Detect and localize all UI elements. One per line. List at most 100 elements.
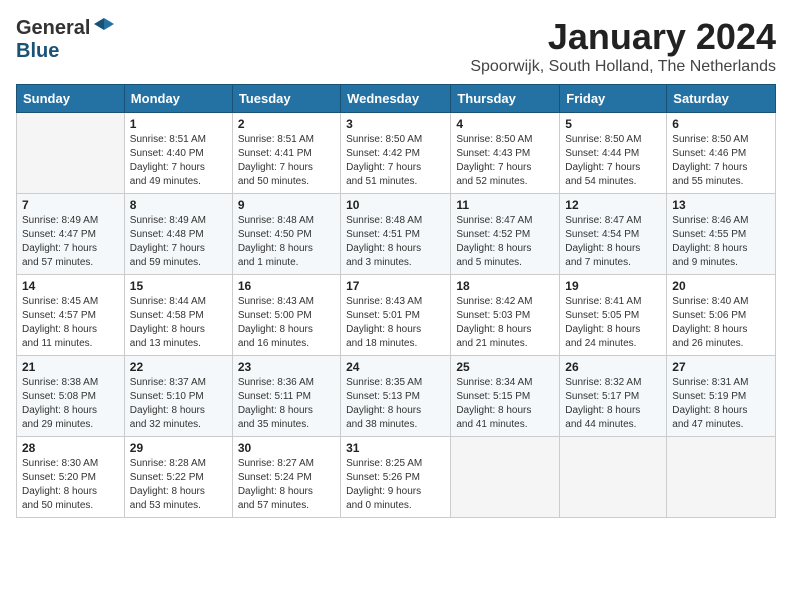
day-info: Sunrise: 8:50 AM Sunset: 4:43 PM Dayligh… — [456, 133, 554, 189]
calendar-cell: 2 Sunrise: 8:51 AM Sunset: 4:41 PM Daylig… — [232, 113, 340, 194]
day-number: 31 — [346, 441, 445, 455]
header-day-monday: Monday — [124, 85, 232, 113]
logo-general-text: General — [16, 17, 90, 40]
day-number: 17 — [346, 279, 445, 293]
calendar-cell: 6Sunrise: 8:50 AM Sunset: 4:46 PM Daylig… — [667, 113, 776, 194]
calendar-cell: 9Sunrise: 8:48 AM Sunset: 4:50 PM Daylig… — [232, 194, 340, 275]
calendar-cell: 22 Sunrise: 8:37 AM Sunset: 5:10 PM Dayli… — [124, 356, 232, 437]
day-number: 9 — [238, 198, 335, 212]
day-number: 21 — [22, 360, 119, 374]
day-info: Sunrise: 8:46 AM Sunset: 4:55 PM Dayligh… — [672, 214, 770, 270]
day-number: 15 — [130, 279, 227, 293]
calendar-cell: 24 Sunrise: 8:35 AM Sunset: 5:13 PM Dayli… — [341, 356, 451, 437]
logo-flag-icon — [92, 16, 116, 40]
day-number: 2 — [238, 117, 335, 131]
header-row: SundayMondayTuesdayWednesdayThursdayFrid… — [17, 85, 776, 113]
day-info: Sunrise: 8:44 AM Sunset: 4:58 PM Dayligh… — [130, 295, 227, 351]
day-number: 25 — [456, 360, 554, 374]
day-info: Sunrise: 8:51 AM Sunset: 4:41 PM Dayligh… — [238, 133, 335, 189]
logo-blue-text: Blue — [16, 40, 59, 62]
month-title: January 2024 — [470, 16, 776, 58]
day-number: 18 — [456, 279, 554, 293]
day-number: 8 — [130, 198, 227, 212]
day-number: 13 — [672, 198, 770, 212]
calendar-cell: 23 Sunrise: 8:36 AM Sunset: 5:11 PM Dayli… — [232, 356, 340, 437]
calendar-cell: 4 Sunrise: 8:50 AM Sunset: 4:43 PM Daylig… — [451, 113, 560, 194]
calendar-cell: 19Sunrise: 8:41 AM Sunset: 5:05 PM Dayli… — [560, 275, 667, 356]
week-row-4: 28Sunrise: 8:30 AM Sunset: 5:20 PM Dayli… — [17, 437, 776, 518]
calendar-cell: 26 Sunrise: 8:32 AM Sunset: 5:17 PM Dayli… — [560, 356, 667, 437]
day-info: Sunrise: 8:32 AM Sunset: 5:17 PM Dayligh… — [565, 376, 661, 432]
day-info: Sunrise: 8:42 AM Sunset: 5:03 PM Dayligh… — [456, 295, 554, 351]
day-number: 27 — [672, 360, 770, 374]
day-number: 10 — [346, 198, 445, 212]
header-day-wednesday: Wednesday — [341, 85, 451, 113]
day-number: 4 — [456, 117, 554, 131]
calendar-cell: 3 Sunrise: 8:50 AM Sunset: 4:42 PM Daylig… — [341, 113, 451, 194]
day-number: 6 — [672, 117, 770, 131]
week-row-2: 14Sunrise: 8:45 AM Sunset: 4:57 PM Dayli… — [17, 275, 776, 356]
week-row-3: 21 Sunrise: 8:38 AM Sunset: 5:08 PM Dayli… — [17, 356, 776, 437]
day-number: 5 — [565, 117, 661, 131]
day-number: 26 — [565, 360, 661, 374]
calendar-cell — [667, 437, 776, 518]
day-info: Sunrise: 8:48 AM Sunset: 4:51 PM Dayligh… — [346, 214, 445, 270]
day-info: Sunrise: 8:47 AM Sunset: 4:54 PM Dayligh… — [565, 214, 661, 270]
day-info: Sunrise: 8:36 AM Sunset: 5:11 PM Dayligh… — [238, 376, 335, 432]
day-info: Sunrise: 8:40 AM Sunset: 5:06 PM Dayligh… — [672, 295, 770, 351]
day-info: Sunrise: 8:50 AM Sunset: 4:42 PM Dayligh… — [346, 133, 445, 189]
day-info: Sunrise: 8:25 AM Sunset: 5:26 PM Dayligh… — [346, 457, 445, 513]
day-info: Sunrise: 8:28 AM Sunset: 5:22 PM Dayligh… — [130, 457, 227, 513]
day-number: 23 — [238, 360, 335, 374]
header-day-thursday: Thursday — [451, 85, 560, 113]
location-subtitle: Spoorwijk, South Holland, The Netherland… — [470, 58, 776, 76]
day-info: Sunrise: 8:45 AM Sunset: 4:57 PM Dayligh… — [22, 295, 119, 351]
day-number: 11 — [456, 198, 554, 212]
day-info: Sunrise: 8:31 AM Sunset: 5:19 PM Dayligh… — [672, 376, 770, 432]
calendar-cell — [17, 113, 125, 194]
logo: General Blue — [16, 16, 116, 63]
day-info: Sunrise: 8:43 AM Sunset: 5:00 PM Dayligh… — [238, 295, 335, 351]
day-number: 3 — [346, 117, 445, 131]
day-info: Sunrise: 8:47 AM Sunset: 4:52 PM Dayligh… — [456, 214, 554, 270]
day-info: Sunrise: 8:34 AM Sunset: 5:15 PM Dayligh… — [456, 376, 554, 432]
calendar-cell: 14Sunrise: 8:45 AM Sunset: 4:57 PM Dayli… — [17, 275, 125, 356]
day-info: Sunrise: 8:38 AM Sunset: 5:08 PM Dayligh… — [22, 376, 119, 432]
day-info: Sunrise: 8:37 AM Sunset: 5:10 PM Dayligh… — [130, 376, 227, 432]
calendar-cell: 17 Sunrise: 8:43 AM Sunset: 5:01 PM Dayli… — [341, 275, 451, 356]
calendar-body: 1 Sunrise: 8:51 AM Sunset: 4:40 PM Daylig… — [17, 113, 776, 518]
day-number: 22 — [130, 360, 227, 374]
day-info: Sunrise: 8:51 AM Sunset: 4:40 PM Dayligh… — [130, 133, 227, 189]
title-section: January 2024 Spoorwijk, South Holland, T… — [470, 16, 776, 76]
header-day-tuesday: Tuesday — [232, 85, 340, 113]
calendar-cell: 21 Sunrise: 8:38 AM Sunset: 5:08 PM Dayli… — [17, 356, 125, 437]
calendar-cell: 25 Sunrise: 8:34 AM Sunset: 5:15 PM Dayli… — [451, 356, 560, 437]
day-number: 28 — [22, 441, 119, 455]
week-row-0: 1 Sunrise: 8:51 AM Sunset: 4:40 PM Daylig… — [17, 113, 776, 194]
day-number: 19 — [565, 279, 661, 293]
day-number: 1 — [130, 117, 227, 131]
day-info: Sunrise: 8:35 AM Sunset: 5:13 PM Dayligh… — [346, 376, 445, 432]
calendar-header: SundayMondayTuesdayWednesdayThursdayFrid… — [17, 85, 776, 113]
day-info: Sunrise: 8:49 AM Sunset: 4:48 PM Dayligh… — [130, 214, 227, 270]
calendar-cell: 31 Sunrise: 8:25 AM Sunset: 5:26 PM Dayli… — [341, 437, 451, 518]
calendar-cell: 27 Sunrise: 8:31 AM Sunset: 5:19 PM Dayli… — [667, 356, 776, 437]
calendar-cell — [451, 437, 560, 518]
day-number: 12 — [565, 198, 661, 212]
calendar-cell: 12 Sunrise: 8:47 AM Sunset: 4:54 PM Dayli… — [560, 194, 667, 275]
calendar-cell: 18 Sunrise: 8:42 AM Sunset: 5:03 PM Dayli… — [451, 275, 560, 356]
calendar-cell: 29 Sunrise: 8:28 AM Sunset: 5:22 PM Dayli… — [124, 437, 232, 518]
day-info: Sunrise: 8:43 AM Sunset: 5:01 PM Dayligh… — [346, 295, 445, 351]
calendar-cell: 15 Sunrise: 8:44 AM Sunset: 4:58 PM Dayli… — [124, 275, 232, 356]
calendar-cell: 28Sunrise: 8:30 AM Sunset: 5:20 PM Dayli… — [17, 437, 125, 518]
header-day-friday: Friday — [560, 85, 667, 113]
day-number: 24 — [346, 360, 445, 374]
calendar-table: SundayMondayTuesdayWednesdayThursdayFrid… — [16, 84, 776, 518]
calendar-cell: 1 Sunrise: 8:51 AM Sunset: 4:40 PM Daylig… — [124, 113, 232, 194]
day-info: Sunrise: 8:49 AM Sunset: 4:47 PM Dayligh… — [22, 214, 119, 270]
calendar-cell: 13 Sunrise: 8:46 AM Sunset: 4:55 PM Dayli… — [667, 194, 776, 275]
calendar-cell: 16Sunrise: 8:43 AM Sunset: 5:00 PM Dayli… — [232, 275, 340, 356]
day-number: 20 — [672, 279, 770, 293]
day-number: 29 — [130, 441, 227, 455]
calendar-cell: 10 Sunrise: 8:48 AM Sunset: 4:51 PM Dayli… — [341, 194, 451, 275]
